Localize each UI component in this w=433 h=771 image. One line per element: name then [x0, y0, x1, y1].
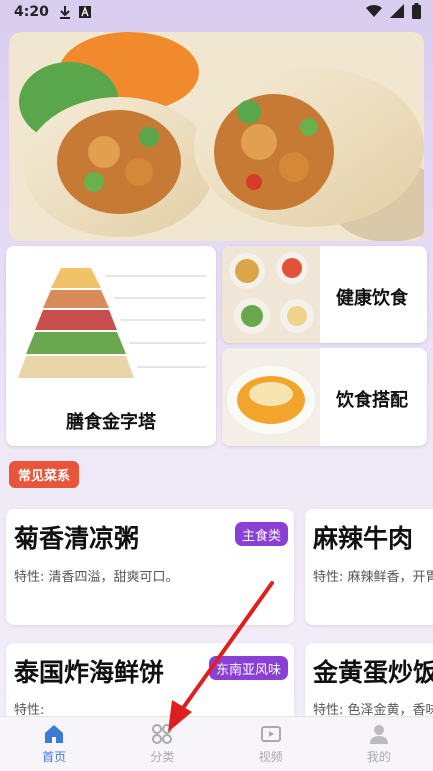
profile-icon: [369, 725, 388, 744]
pyramid-illustration: [18, 268, 206, 378]
recipe-badge: 东南亚风味: [208, 656, 288, 680]
recipe-card[interactable]: 泰国炸海鲜饼 东南亚风味 特性:: [6, 643, 294, 723]
healthy-thumb: [222, 246, 320, 343]
nav-profile-label: 我的: [366, 750, 391, 764]
nav-video-label: 视频: [258, 750, 283, 764]
bottom-nav: 首页 分类 视频 我的: [0, 716, 433, 771]
recipe-badge: 主食类: [234, 522, 288, 546]
wrap-photo: [9, 32, 424, 241]
pyramid-label: 膳食金字塔: [66, 412, 156, 433]
diet-match-card[interactable]: 饮食搭配: [222, 348, 427, 446]
banner-image[interactable]: [9, 32, 424, 241]
section-tag: 常见菜系: [9, 461, 80, 488]
home-icon: [45, 725, 64, 743]
download-icon: [59, 6, 70, 19]
nav-home-label: 首页: [42, 750, 67, 764]
status-bar: 4:20: [0, 0, 433, 24]
battery-icon: [412, 3, 421, 19]
healthy-diet-card[interactable]: 健康饮食: [222, 246, 427, 343]
status-time: 4:20: [14, 4, 49, 20]
food-pyramid-card[interactable]: 膳食金字塔: [6, 246, 216, 446]
nav-category-label: 分类: [150, 750, 175, 764]
recipe-card[interactable]: 菊香清凉粥 主食类 特性: 清香四溢，甜爽可口。: [6, 509, 294, 625]
signal-icon: [390, 4, 404, 18]
nav-profile[interactable]: 我的: [325, 717, 433, 771]
recipe-title: 泰国炸海鲜饼: [14, 658, 165, 687]
nav-home[interactable]: 首页: [0, 717, 108, 771]
nav-video[interactable]: 视频: [217, 717, 325, 771]
recipe-card[interactable]: 金黄蛋炒饭 特性: 色泽金黄，香味: [305, 643, 433, 723]
recipe-card[interactable]: 麻辣牛肉 特性: 麻辣鲜香，开胃: [305, 509, 433, 625]
wifi-icon: [366, 4, 382, 18]
recipe-title: 麻辣牛肉: [313, 524, 414, 553]
match-label: 饮食搭配: [336, 390, 408, 411]
healthy-label: 健康饮食: [336, 288, 408, 309]
recipe-title: 菊香清凉粥: [14, 524, 140, 553]
video-icon: [260, 726, 281, 742]
recipe-title: 金黄蛋炒饭: [313, 658, 433, 687]
nav-category[interactable]: 分类: [108, 717, 216, 771]
recipe-desc: 特性: 清香四溢，甜爽可口。: [14, 570, 179, 585]
category-icon: [152, 724, 173, 744]
app-a-icon: [78, 6, 91, 18]
match-thumb: [222, 348, 320, 446]
recipe-desc: 特性: 麻辣鲜香，开胃: [313, 570, 433, 585]
